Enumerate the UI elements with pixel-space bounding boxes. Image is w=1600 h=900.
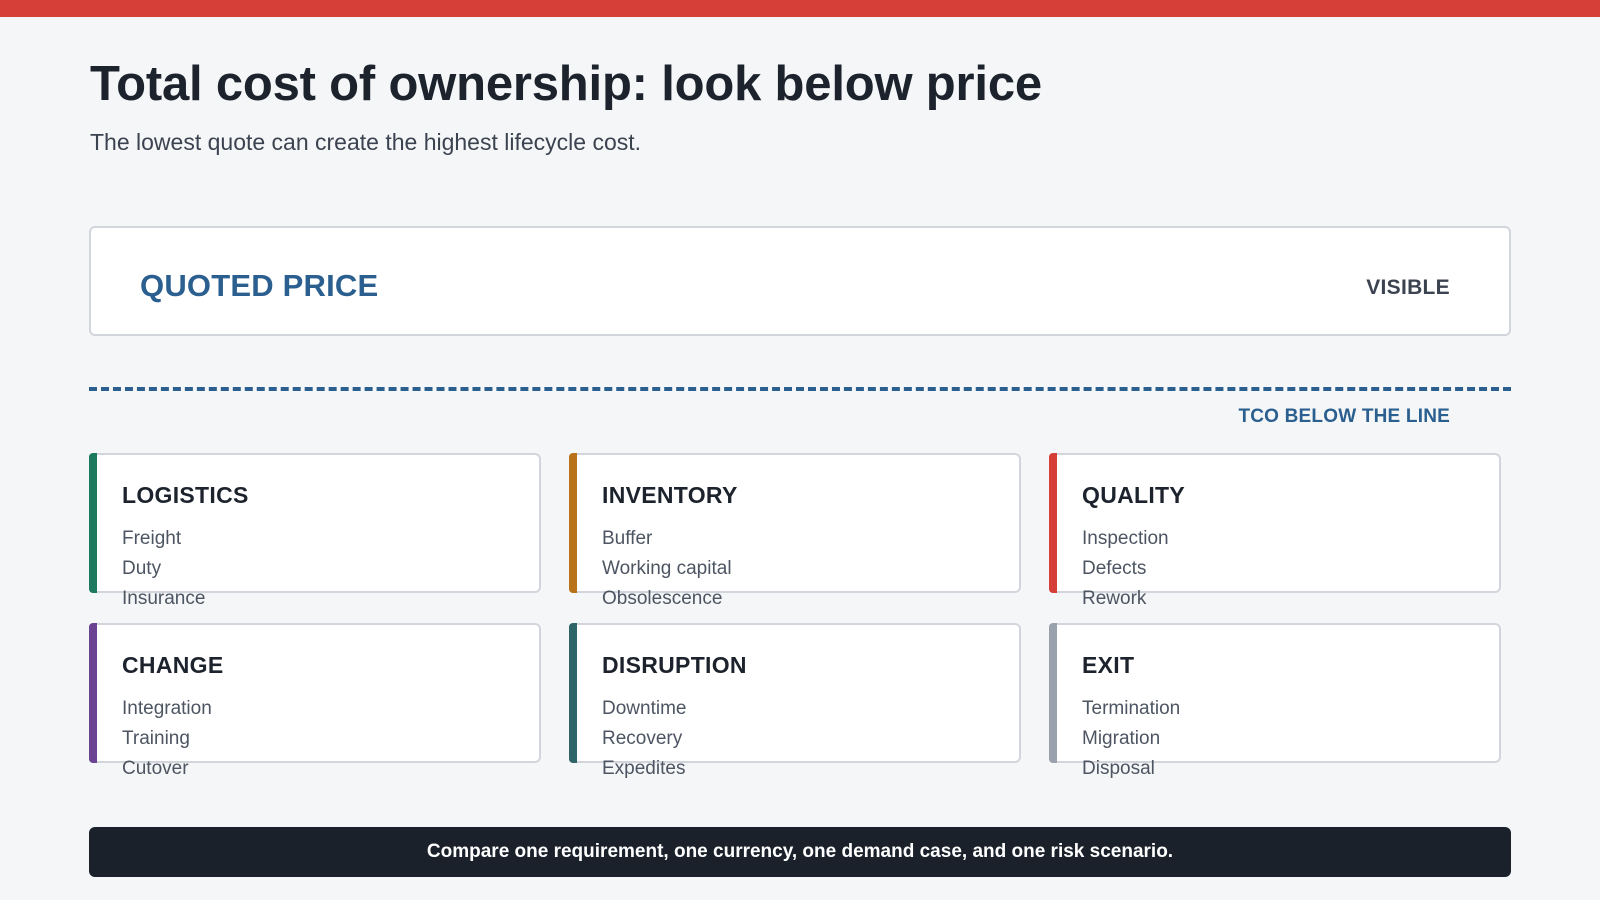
- card-title: QUALITY: [1082, 482, 1186, 508]
- card-item-list: Termination Migration Disposal: [1082, 694, 1180, 784]
- page-subtitle: The lowest quote can create the highest …: [90, 129, 642, 155]
- visibility-label: VISIBLE: [1366, 276, 1450, 299]
- card-item: Cutover: [122, 758, 189, 779]
- card-item: Defects: [1082, 558, 1147, 579]
- card-item: Expedites: [602, 758, 686, 779]
- card-item: Migration: [1082, 728, 1161, 749]
- card-item-list: Freight Duty Insurance: [122, 524, 205, 614]
- card-item: Insurance: [122, 588, 206, 609]
- quoted-price-label: QUOTED PRICE: [140, 268, 379, 303]
- cost-card-logistics: LOGISTICS Freight Duty Insurance: [89, 453, 541, 609]
- card-item: Inspection: [1082, 528, 1169, 549]
- card-title: INVENTORY: [602, 482, 738, 508]
- card-accent-bar: [1049, 623, 1057, 763]
- top-accent-bar: [0, 0, 1600, 17]
- card-item-list: Integration Training Cutover: [122, 694, 212, 784]
- card-item: Working capital: [602, 558, 732, 579]
- card-item: Buffer: [602, 528, 653, 549]
- card-item: Freight: [122, 528, 182, 549]
- card-item: Downtime: [602, 698, 687, 719]
- card-item: Termination: [1082, 698, 1181, 719]
- card-item-list: Inspection Defects Rework: [1082, 524, 1169, 614]
- card-item-list: Buffer Working capital Obsolescence: [602, 524, 732, 614]
- card-accent-bar: [569, 453, 577, 593]
- card-title: CHANGE: [122, 652, 224, 678]
- cost-card-exit: EXIT Termination Migration Disposal: [1049, 623, 1501, 779]
- card-title: EXIT: [1082, 652, 1135, 678]
- card-item: Recovery: [602, 728, 683, 749]
- page-title: Total cost of ownership: look below pric…: [90, 57, 1042, 111]
- card-item: Integration: [122, 698, 212, 719]
- card-accent-bar: [89, 623, 97, 763]
- cost-card-disruption: DISRUPTION Downtime Recovery Expedites: [569, 623, 1021, 779]
- card-item-list: Downtime Recovery Expedites: [602, 694, 686, 784]
- cost-card-inventory: INVENTORY Buffer Working capital Obsoles…: [569, 453, 1021, 609]
- card-item: Obsolescence: [602, 588, 723, 609]
- footer-banner: Compare one requirement, one currency, o…: [89, 827, 1511, 877]
- card-item: Disposal: [1082, 758, 1155, 779]
- card-accent-bar: [569, 623, 577, 763]
- card-item: Training: [122, 728, 190, 749]
- cost-card-quality: QUALITY Inspection Defects Rework: [1049, 453, 1501, 609]
- waterline-caption: TCO BELOW THE LINE: [1238, 406, 1450, 427]
- waterline-divider: [89, 387, 1511, 391]
- quoted-price-box: QUOTED PRICE VISIBLE: [89, 226, 1511, 336]
- card-title: DISRUPTION: [602, 652, 747, 678]
- card-item: Rework: [1082, 588, 1147, 609]
- hidden-cost-grid: LOGISTICS Freight Duty Insurance INVENTO…: [89, 453, 1521, 779]
- card-accent-bar: [1049, 453, 1057, 593]
- cost-card-change: CHANGE Integration Training Cutover: [89, 623, 541, 779]
- card-accent-bar: [89, 453, 97, 593]
- card-item: Duty: [122, 558, 162, 579]
- card-title: LOGISTICS: [122, 482, 249, 508]
